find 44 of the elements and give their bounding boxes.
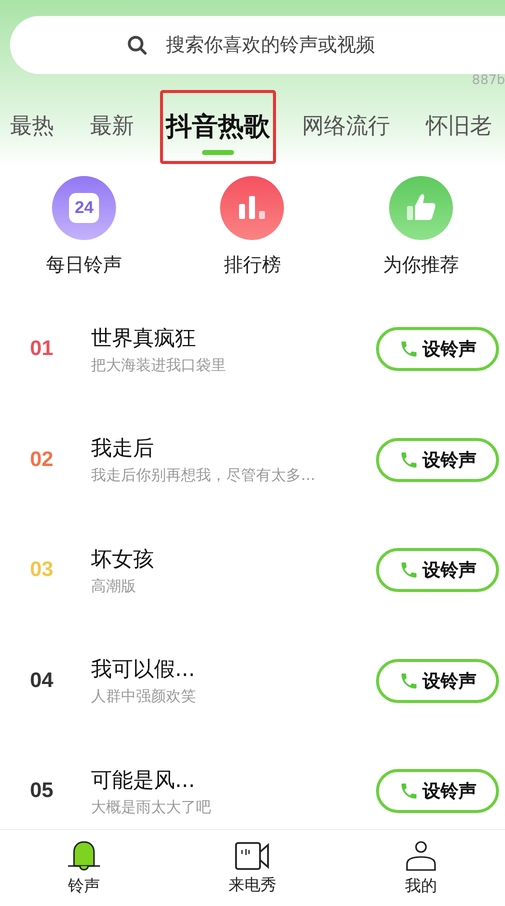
nav-tab[interactable]: 铃声: [34, 840, 134, 896]
search-field[interactable]: 搜索你喜欢的铃声或视频: [10, 16, 505, 74]
song-title[interactable]: 我可以假...: [91, 655, 196, 684]
category-tab[interactable]: 最新: [80, 90, 144, 164]
category-tab[interactable]: 怀旧老: [416, 90, 502, 164]
rank-number: 01: [30, 337, 54, 362]
shortcut-label: 为你推荐: [382, 253, 459, 278]
song-title[interactable]: 坏女孩: [91, 544, 154, 573]
set-ringtone-button[interactable]: 设铃声: [376, 438, 499, 482]
set-ringtone-button[interactable]: 设铃声: [376, 327, 499, 372]
shortcut-label: 排行榜: [224, 253, 281, 278]
video-camera-icon: [234, 840, 270, 870]
rank-number: 05: [30, 779, 54, 804]
phone-icon: [398, 781, 418, 802]
set-ringtone-button[interactable]: 设铃声: [376, 548, 499, 592]
thumbs-up-icon[interactable]: [388, 176, 453, 240]
set-ringtone-button[interactable]: 设铃声: [376, 658, 499, 703]
song-subtitle: 人群中强颜欢笑: [91, 687, 196, 706]
corner-label: 887b: [472, 74, 505, 88]
phone-icon: [398, 560, 418, 580]
song-title[interactable]: 可能是风...: [91, 766, 196, 794]
song-title[interactable]: 世界真疯狂: [91, 324, 196, 352]
calendar-icon[interactable]: 24: [52, 176, 116, 240]
shortcut-label: 每日铃声: [46, 253, 122, 278]
phone-icon: [398, 339, 418, 360]
rank-number: 02: [30, 448, 54, 472]
nav-tab[interactable]: 来电秀: [202, 840, 302, 896]
phone-icon: [398, 670, 418, 691]
category-tab[interactable]: 网络流行: [292, 90, 400, 164]
song-subtitle: 我走后你别再想我，尽管有太多...: [91, 466, 316, 486]
song-title[interactable]: 我走后: [91, 434, 154, 462]
nav-tab[interactable]: 我的: [370, 840, 471, 896]
rank-number: 04: [30, 668, 54, 693]
phone-icon: [398, 450, 418, 470]
song-subtitle: 把大海装进我口袋里: [91, 356, 226, 375]
user-icon: [404, 840, 438, 872]
category-tab[interactable]: 抖音热歌: [160, 90, 276, 164]
set-ringtone-button[interactable]: 设铃声: [376, 769, 499, 814]
bar-chart-icon[interactable]: [220, 176, 284, 240]
bell-icon: [67, 840, 102, 872]
rank-number: 03: [30, 558, 54, 582]
song-subtitle: 大概是雨太大了吧: [91, 798, 211, 817]
song-subtitle: 高潮版: [91, 576, 136, 596]
category-tab[interactable]: 最热: [0, 90, 64, 164]
